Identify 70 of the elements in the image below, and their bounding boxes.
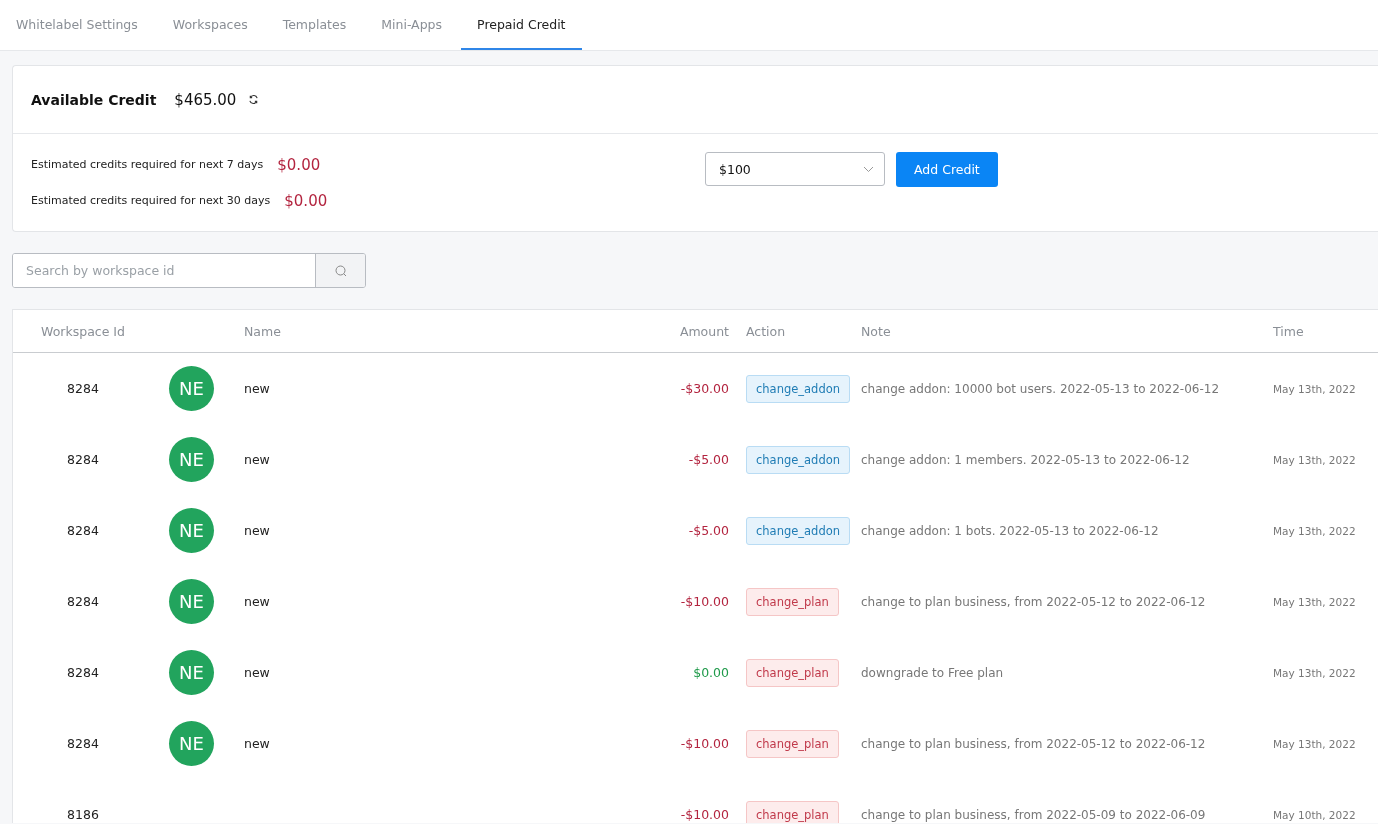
time-cell-text: May 13th, 2022 [1273,666,1357,679]
tab[interactable]: Workspaces [156,0,264,50]
action-tag: change_plan [746,800,839,823]
estimate-label: Estimated credits required for next 30 days [31,194,271,207]
column-header: Note [861,323,892,339]
name-cell-text: new [244,381,271,396]
chevron-down-icon [863,165,874,173]
available-credit-label: Available Credit [31,91,157,108]
time-cell-text: May 13th, 2022 [1273,453,1357,466]
time-cell-text: May 13th, 2022 [1273,524,1357,537]
name-cell-text: new [244,594,271,609]
estimate-label: Estimated credits required for next 7 days [31,158,264,171]
tab[interactable]: Mini-Apps [365,0,459,50]
estimate-amount: $0.00 [284,191,328,210]
add-credit-button[interactable]: Add Credit [896,152,998,187]
refresh-icon[interactable] [248,94,260,105]
workspace-id-cell-text: 8284 [66,665,100,680]
time-cell-text: May 10th, 2022 [1273,808,1357,821]
workspace-id-cell-text: 8284 [66,381,100,396]
note-cell-text: change addon: 1 members. 2022-05-13 to 2022-06-12 [861,452,1191,467]
avatar: NE [169,721,214,766]
note-cell-text: change to plan business, from 2022-05-12 to 2022-06-12 [861,594,1207,609]
avatar: NE [169,508,214,553]
note-cell-text: change addon: 1 bots. 2022-05-13 to 2022-06-12 [861,523,1160,538]
workspace-id-cell-text: 8186 [66,807,100,822]
column-header: Amount [678,323,729,339]
avatar: NE [169,366,214,411]
time-cell-text: May 13th, 2022 [1273,737,1357,750]
estimate-amount: $0.00 [277,155,321,174]
note-cell-text: change addon: 10000 bot users. 2022-05-13 to 2022-06-12 [861,381,1221,396]
column-header: Time [1273,323,1305,339]
available-credit-amount: $465.00 [174,90,237,109]
amount-cell-text: -$10.00 [679,807,729,822]
name-cell-text: new [244,452,271,467]
time-cell-text: May 13th, 2022 [1273,595,1357,608]
amount-cell-text: -$30.00 [679,381,729,396]
amount-cell-text: $0.00 [692,665,729,680]
avatar: NE [169,579,214,624]
column-header: Workspace Id [40,323,126,339]
note-cell-text: downgrade to Free plan [861,665,1005,680]
avatar: NE [169,650,214,695]
name-cell-text: new [244,665,271,680]
workspace-id-cell-text: 8284 [66,736,100,751]
action-tag: change_plan [746,587,839,616]
workspace-id-cell-text: 8284 [66,594,100,609]
column-header: Name [244,323,282,339]
action-tag: change_addon [746,374,851,403]
workspace-id-cell-text: 8284 [66,523,100,538]
workspace-id-cell-text: 8284 [66,452,100,467]
note-cell-text: change to plan business, from 2022-05-12 to 2022-06-12 [861,736,1207,751]
tab[interactable]: Whitelabel Settings [0,0,154,50]
action-tag: change_addon [746,445,851,474]
amount-cell-text: -$5.00 [687,452,729,467]
avatar: NE [169,437,214,482]
amount-select[interactable]: $100 [705,152,885,186]
note-cell-text: change to plan business, from 2022-05-09 to 2022-06-09 [861,807,1207,822]
action-tag: change_plan [746,658,839,687]
tab[interactable]: Templates [266,0,363,50]
name-cell-text: new [244,736,271,751]
name-cell-text: new [244,523,271,538]
search-field[interactable]: Search by workspace id [12,253,366,288]
action-tag: change_plan [746,729,839,758]
tab[interactable]: Prepaid Credit [461,0,582,50]
column-header: Action [746,323,787,339]
amount-cell-text: -$5.00 [687,523,729,538]
time-cell-text: May 13th, 2022 [1273,382,1357,395]
amount-cell-text: -$10.00 [679,594,729,609]
search-icon [334,264,347,277]
amount-cell-text: -$10.00 [679,736,729,751]
action-tag: change_addon [746,516,851,545]
